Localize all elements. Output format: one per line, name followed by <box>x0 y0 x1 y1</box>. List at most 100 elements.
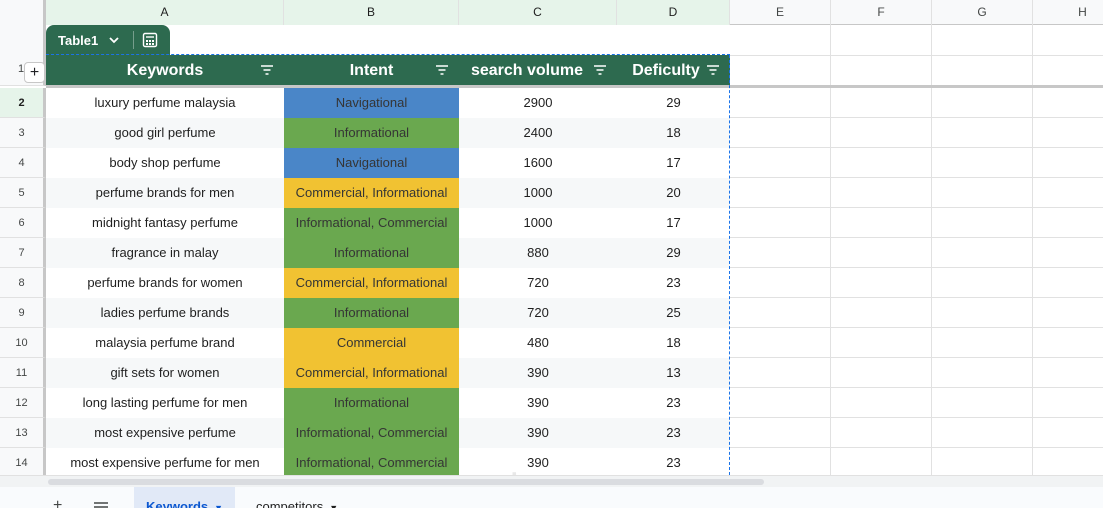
search-volume-cell[interactable]: 2400 <box>459 118 617 148</box>
difficulty-cell[interactable]: 18 <box>617 328 730 358</box>
difficulty-cell[interactable]: 17 <box>617 208 730 238</box>
tab-divider <box>133 31 134 49</box>
row-header[interactable]: 11 <box>0 358 46 388</box>
difficulty-cell[interactable]: 18 <box>617 118 730 148</box>
chevron-down-icon[interactable] <box>107 34 121 46</box>
search-volume-cell[interactable]: 480 <box>459 328 617 358</box>
difficulty-cell[interactable]: 25 <box>617 298 730 328</box>
difficulty-cell[interactable]: 29 <box>617 88 730 118</box>
column-header-f[interactable]: F <box>831 0 932 25</box>
gridline <box>730 387 1103 388</box>
row-header[interactable]: 2 <box>0 88 46 118</box>
intent-cell[interactable]: Informational <box>284 298 459 328</box>
search-volume-cell[interactable]: 2900 <box>459 88 617 118</box>
column-header-e[interactable]: E <box>730 0 831 25</box>
keyword-cell[interactable]: perfume brands for men <box>46 178 284 208</box>
all-sheets-menu-icon[interactable] <box>93 501 109 508</box>
column-header-g[interactable]: G <box>932 0 1033 25</box>
row-header[interactable]: 8 <box>0 268 46 298</box>
keyword-cell[interactable]: long lasting perfume for men <box>46 388 284 418</box>
intent-cell[interactable]: Informational <box>284 388 459 418</box>
search-volume-cell[interactable]: 720 <box>459 268 617 298</box>
keyword-cell[interactable]: good girl perfume <box>46 118 284 148</box>
intent-cell[interactable]: Informational, Commercial <box>284 208 459 238</box>
intent-cell[interactable]: Commercial, Informational <box>284 268 459 298</box>
search-volume-cell[interactable]: 390 <box>459 358 617 388</box>
search-volume-cell[interactable]: 390 <box>459 418 617 448</box>
row-header[interactable]: 3 <box>0 118 46 148</box>
keyword-cell[interactable]: fragrance in malay <box>46 238 284 268</box>
row-header[interactable]: 14 <box>0 448 46 478</box>
search-volume-cell[interactable]: 1000 <box>459 178 617 208</box>
search-volume-cell[interactable]: 720 <box>459 298 617 328</box>
gridline <box>730 147 1103 148</box>
intent-cell[interactable]: Informational, Commercial <box>284 448 459 478</box>
header-keywords[interactable]: Keywords <box>46 55 284 86</box>
filter-icon[interactable] <box>707 65 719 75</box>
difficulty-cell[interactable]: 23 <box>617 448 730 478</box>
difficulty-cell[interactable]: 17 <box>617 148 730 178</box>
frozen-row-divider[interactable] <box>46 85 1103 88</box>
intent-cell[interactable]: Commercial, Informational <box>284 178 459 208</box>
row-header[interactable]: 9 <box>0 298 46 328</box>
filter-icon[interactable] <box>436 65 448 75</box>
search-volume-cell[interactable]: 880 <box>459 238 617 268</box>
add-row-button[interactable]: + <box>24 62 45 83</box>
keyword-cell[interactable]: ladies perfume brands <box>46 298 284 328</box>
keyword-cell[interactable]: luxury perfume malaysia <box>46 88 284 118</box>
horizontal-scrollbar[interactable] <box>0 475 1103 487</box>
intent-cell[interactable]: Informational, Commercial <box>284 418 459 448</box>
difficulty-cell[interactable]: 23 <box>617 418 730 448</box>
gridline <box>730 447 1103 448</box>
table-header-row: Keywords Intent search volume Deficulty <box>46 55 730 86</box>
difficulty-cell[interactable]: 20 <box>617 178 730 208</box>
row-header[interactable]: 10 <box>0 328 46 358</box>
keyword-cell[interactable]: midnight fantasy perfume <box>46 208 284 238</box>
row-header[interactable]: 13 <box>0 418 46 448</box>
row-header[interactable]: 4 <box>0 148 46 178</box>
intent-cell[interactable]: Navigational <box>284 88 459 118</box>
caret-down-icon[interactable]: ▼ <box>214 503 223 508</box>
difficulty-cell[interactable]: 23 <box>617 268 730 298</box>
keyword-cell[interactable]: most expensive perfume <box>46 418 284 448</box>
keyword-cell[interactable]: perfume brands for women <box>46 268 284 298</box>
search-volume-cell[interactable]: 390 <box>459 388 617 418</box>
row-header[interactable]: 5 <box>0 178 46 208</box>
intent-cell[interactable]: Commercial, Informational <box>284 358 459 388</box>
gridline <box>730 357 1103 358</box>
difficulty-cell[interactable]: 13 <box>617 358 730 388</box>
column-header-b[interactable]: B <box>284 0 459 25</box>
row-header[interactable]: 12 <box>0 388 46 418</box>
intent-cell[interactable]: Informational <box>284 118 459 148</box>
table-tab-band <box>46 25 1103 55</box>
sheet-tab-keywords[interactable]: Keywords ▼ <box>134 487 236 508</box>
keyword-cell[interactable]: body shop perfume <box>46 148 284 178</box>
keyword-cell[interactable]: malaysia perfume brand <box>46 328 284 358</box>
difficulty-cell[interactable]: 23 <box>617 388 730 418</box>
filter-icon[interactable] <box>261 65 273 75</box>
table-stats-icon[interactable] <box>142 32 158 48</box>
scrollbar-thumb[interactable] <box>48 479 764 485</box>
sheet-tab-competitors[interactable]: competitors ▼ <box>244 487 350 508</box>
column-header-h[interactable]: H <box>1033 0 1103 25</box>
column-header-c[interactable]: C <box>459 0 617 25</box>
caret-down-icon[interactable]: ▼ <box>329 503 338 508</box>
add-sheet-icon[interactable]: + <box>53 497 62 508</box>
difficulty-cell[interactable]: 29 <box>617 238 730 268</box>
row-header[interactable]: 6 <box>0 208 46 238</box>
keyword-cell[interactable]: most expensive perfume for men <box>46 448 284 478</box>
select-all-corner[interactable] <box>0 0 46 25</box>
keyword-cell[interactable]: gift sets for women <box>46 358 284 388</box>
column-header-d[interactable]: D <box>617 0 730 25</box>
intent-cell[interactable]: Informational <box>284 238 459 268</box>
intent-cell[interactable]: Navigational <box>284 148 459 178</box>
column-header-bar: A B C D E F G H <box>0 0 1103 25</box>
column-header-a[interactable]: A <box>46 0 284 25</box>
filter-icon[interactable] <box>594 65 606 75</box>
search-volume-cell[interactable]: 1600 <box>459 148 617 178</box>
header-intent[interactable]: Intent <box>284 55 459 86</box>
search-volume-cell[interactable]: 1000 <box>459 208 617 238</box>
table-tab[interactable]: Table1 <box>46 25 170 55</box>
row-header[interactable]: 7 <box>0 238 46 268</box>
intent-cell[interactable]: Commercial <box>284 328 459 358</box>
